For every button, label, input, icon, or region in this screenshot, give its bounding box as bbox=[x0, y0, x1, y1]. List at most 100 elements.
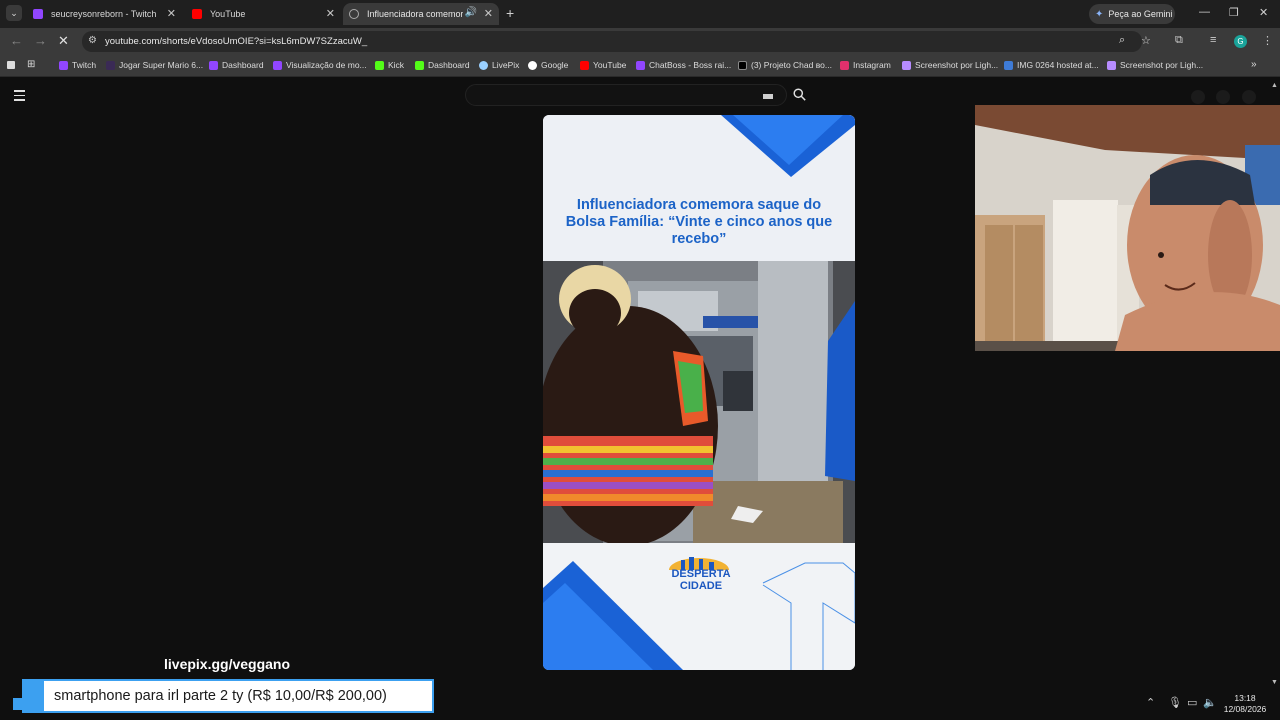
window-close-icon[interactable]: ✕ bbox=[1259, 6, 1268, 19]
bookmark-label: Twitch bbox=[72, 60, 97, 70]
twitch-icon bbox=[59, 60, 68, 70]
chrome-menu-icon[interactable]: ⋮ bbox=[1262, 34, 1273, 47]
search-icon bbox=[793, 88, 806, 101]
instagram-icon bbox=[840, 60, 849, 70]
close-tab-icon[interactable]: ✕ bbox=[484, 7, 493, 20]
brand-line-2: CIDADE bbox=[679, 580, 723, 592]
bookmark-item[interactable]: YouTube bbox=[580, 60, 626, 70]
address-bar[interactable]: ⚙ youtube.com/shorts/eVdosoUmOIE?si=ksL6… bbox=[82, 31, 1151, 52]
kick-icon bbox=[415, 60, 424, 70]
gemini-label: Peça ao Gemini bbox=[1108, 9, 1173, 19]
site-info-icon[interactable]: ⚙ bbox=[88, 35, 97, 46]
donation-goal-banner: smartphone para irl parte 2 ty (R$ 10,00… bbox=[22, 679, 434, 713]
header-action-icon[interactable] bbox=[1242, 90, 1256, 104]
bookmark-label: YouTube bbox=[593, 60, 627, 70]
back-arrow-icon[interactable]: ← bbox=[10, 33, 23, 48]
bookmark-item[interactable]: Screenshot por Ligh... bbox=[902, 60, 998, 70]
header-action-icon[interactable] bbox=[1216, 90, 1230, 104]
bookmark-item[interactable]: Instagram bbox=[840, 60, 891, 70]
brand-line-1: DESPERTA bbox=[671, 568, 731, 580]
zoom-icon[interactable]: ⌕ bbox=[1119, 34, 1125, 47]
bookmark-label: Jogar Super Mario 6... bbox=[119, 60, 204, 70]
imgbb-icon bbox=[1004, 60, 1013, 70]
network-icon[interactable]: ▭ bbox=[1187, 696, 1197, 709]
chevron-up-icon[interactable]: ⌃ bbox=[1146, 696, 1155, 709]
hamburger-menu-icon[interactable] bbox=[14, 90, 25, 104]
tab-twitch[interactable]: seucreysonreborn - Twitch ✕ bbox=[27, 3, 182, 25]
lightshot-feather-icon bbox=[1107, 60, 1116, 70]
bookmark-label: Visualização de mo... bbox=[286, 60, 367, 70]
bookmark-item[interactable]: Screenshot por Ligh... bbox=[1107, 60, 1203, 70]
search-button[interactable] bbox=[787, 84, 813, 106]
system-clock[interactable]: 13:18 12/08/2026 bbox=[1220, 693, 1270, 715]
header-action-icon[interactable] bbox=[1191, 90, 1205, 104]
bookmark-item[interactable]: Dashboard bbox=[415, 60, 470, 70]
tab-list-chevron-icon[interactable]: ⌄ bbox=[6, 5, 22, 21]
media-controls-icon[interactable]: ≡ bbox=[1210, 34, 1216, 46]
profile-avatar[interactable]: G bbox=[1234, 35, 1247, 48]
bookmark-item[interactable]: Visualização de mo... bbox=[273, 60, 367, 70]
keyboard-icon[interactable] bbox=[763, 94, 773, 99]
stop-loading-icon[interactable]: ✕ bbox=[58, 33, 69, 49]
mario-icon bbox=[106, 60, 115, 70]
bookmark-label: (3) Projeto Chad во... bbox=[751, 60, 832, 70]
twitch-icon bbox=[273, 60, 282, 70]
bookmark-item[interactable]: ChatBoss - Boss rai... bbox=[636, 60, 731, 70]
bookmark-item[interactable]: Kick bbox=[375, 60, 404, 70]
loading-spinner-icon bbox=[349, 9, 359, 19]
tab-youtube[interactable]: YouTube ✕ bbox=[186, 3, 341, 25]
restore-icon[interactable]: ❐ bbox=[1229, 6, 1239, 19]
scroll-up-arrow-icon[interactable]: ▲ bbox=[1271, 82, 1278, 89]
bookmark-square-icon[interactable] bbox=[7, 61, 15, 69]
short-headline: Influenciadora comemora saque do Bolsa F… bbox=[565, 197, 833, 247]
close-tab-icon[interactable]: ✕ bbox=[326, 7, 335, 20]
bookmark-label: Google bbox=[541, 60, 569, 70]
bookmark-item[interactable]: Jogar Super Mario 6... bbox=[106, 60, 203, 70]
clock-time: 13:18 bbox=[1234, 693, 1256, 703]
youtube-icon bbox=[580, 60, 589, 70]
search-input[interactable] bbox=[465, 84, 787, 106]
bookmark-label: Screenshot por Ligh... bbox=[915, 60, 999, 70]
short-video-player[interactable]: Influenciadora comemora saque do Bolsa F… bbox=[543, 115, 855, 670]
forward-arrow-icon[interactable]: → bbox=[34, 33, 47, 48]
bookmark-item[interactable]: LivePix bbox=[479, 60, 519, 70]
tab-current-short[interactable]: Influenciadora comemora s 🔊 ✕ bbox=[343, 3, 499, 25]
audio-playing-icon[interactable]: 🔊 bbox=[465, 7, 477, 18]
bookmark-star-icon[interactable]: ☆ bbox=[1141, 34, 1151, 47]
google-icon bbox=[528, 60, 537, 70]
kick-icon bbox=[375, 60, 384, 70]
clock-date: 12/08/2026 bbox=[1223, 704, 1267, 714]
gemini-sparkle-icon: ✦ bbox=[1095, 8, 1104, 20]
ask-gemini-button[interactable]: ✦ Peça ao Gemini bbox=[1089, 4, 1175, 24]
twitch-icon bbox=[636, 60, 645, 70]
bookmarks-bar: ⊞ Twitch Jogar Super Mario 6... Dashboar… bbox=[0, 55, 1280, 77]
bookmark-label: Dashboard bbox=[222, 60, 264, 70]
tab-title: Influenciadora comemora s bbox=[367, 9, 463, 19]
close-tab-icon[interactable]: ✕ bbox=[167, 7, 176, 20]
x-icon bbox=[738, 60, 747, 70]
tab-title: YouTube bbox=[210, 9, 246, 19]
bookmark-item[interactable]: IMG 0264 hosted at... bbox=[1004, 60, 1099, 70]
browser-toolbar: ← → ✕ ⚙ youtube.com/shorts/eVdosoUmOIE?s… bbox=[0, 28, 1280, 55]
volume-icon[interactable]: 🔈 bbox=[1203, 696, 1217, 709]
new-tab-button[interactable]: + bbox=[506, 5, 514, 21]
scroll-down-arrow-icon[interactable]: ▼ bbox=[1271, 679, 1278, 686]
bookmark-item[interactable]: (3) Projeto Chad во... bbox=[738, 60, 832, 70]
windows-start-icon[interactable] bbox=[13, 698, 22, 710]
apps-grid-icon[interactable]: ⊞ bbox=[27, 59, 35, 70]
streamer-webcam-overlay bbox=[975, 105, 1280, 351]
bookmark-item[interactable]: Dashboard bbox=[209, 60, 264, 70]
more-bookmarks-chevron-icon[interactable]: » bbox=[1251, 59, 1257, 70]
youtube-favicon-icon bbox=[192, 9, 202, 19]
bookmark-label: Kick bbox=[388, 60, 405, 70]
extensions-puzzle-icon[interactable]: ⧉ bbox=[1175, 34, 1183, 47]
bookmark-item[interactable]: Google bbox=[528, 60, 568, 70]
lightshot-feather-icon bbox=[902, 60, 911, 70]
bookmark-item[interactable]: Twitch bbox=[59, 60, 96, 70]
microphone-icon[interactable]: 🎙 bbox=[1168, 696, 1182, 709]
minimize-icon[interactable]: — bbox=[1199, 6, 1210, 18]
webcam-image bbox=[975, 105, 1280, 351]
bookmark-label: IMG 0264 hosted at... bbox=[1017, 60, 1099, 70]
bookmark-label: ChatBoss - Boss rai... bbox=[649, 60, 732, 70]
livepix-icon bbox=[479, 60, 488, 70]
